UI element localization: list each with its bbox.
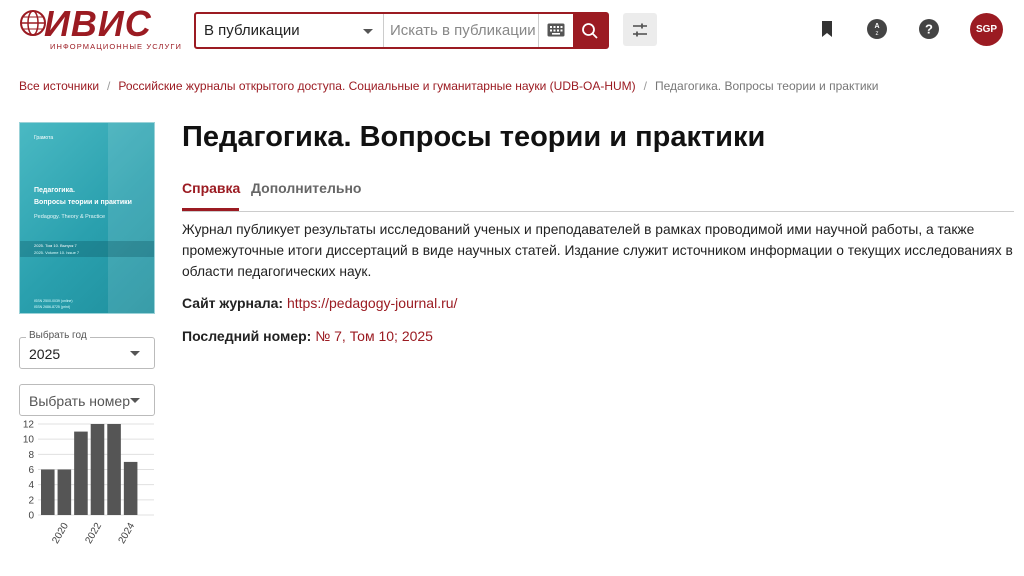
year-select[interactable]: Выбрать год 2025 [19,330,155,369]
translate-icon[interactable]: A z [866,18,888,40]
journal-description: Журнал публикует результаты исследований… [182,222,1013,279]
keyboard-icon [547,23,565,37]
tab-info[interactable]: Справка [182,180,240,211]
caret-down-icon [130,351,140,356]
y-tick-label: 6 [28,465,34,476]
site-link[interactable]: https://pedagogy-journal.ru/ [287,295,457,311]
user-avatar[interactable]: SGP [970,13,1003,46]
y-tick-label: 2 [28,495,34,506]
tabs: Справка Дополнительно [182,180,1014,212]
journal-cover[interactable]: Грамота Педагогика. Вопросы теории и пра… [19,122,155,314]
issue-select[interactable]: Выбрать номер [19,384,155,416]
histogram-bar-2023[interactable] [107,424,121,515]
bookmark-icon[interactable] [816,18,838,40]
y-tick-label: 4 [28,480,34,491]
cover-publisher: Грамота [34,135,54,141]
app-header: ИВИС ИНФОРМАЦИОННЫЕ УСЛУГИ В публикации [0,0,1024,62]
help-icon[interactable]: ? [918,18,940,40]
histogram-bar-2021[interactable] [74,431,88,515]
logo-subtitle: ИНФОРМАЦИОННЫЕ УСЛУГИ [50,42,183,51]
site-label: Сайт журнала: [182,295,284,311]
caret-down-icon [363,29,373,34]
y-tick-label: 8 [28,450,34,461]
cover-issn-online: ISSN 2500-0039 (online) [34,299,73,303]
search-icon [582,23,598,39]
site-row: Сайт журнала: https://pedagogy-journal.r… [182,295,457,311]
histogram-bar-2019[interactable] [41,469,55,516]
year-select-label: Выбрать год [26,330,90,341]
search-button[interactable] [573,14,607,47]
breadcrumb: Все источники / Российские журналы открыто… [19,79,878,93]
publications-histogram: 0 2 4 6 8 10 12 2020 2022 2024 [23,420,154,546]
search-scope-value: В публикации [204,22,300,39]
histogram-bar-2024[interactable] [123,461,138,515]
breadcrumb-separator: / [643,79,648,93]
year-select-value: 2025 [29,346,61,362]
svg-text:z: z [876,31,879,37]
cover-title-en: Pedagogy. Theory & Practice [34,214,106,220]
ivis-logo[interactable]: ИВИС ИНФОРМАЦИОННЫЕ УСЛУГИ [18,3,181,52]
issue-select-placeholder: Выбрать номер [29,393,130,409]
cover-title-line2: Вопросы теории и практики [34,199,132,206]
breadcrumb-separator: / [107,79,111,93]
cover-title-line1: Педагогика. [34,187,75,194]
x-tick-label: 2022 [83,521,104,546]
y-tick-label: 10 [23,435,35,446]
cover-issn-print: ISSN 2686-8725 (print) [34,305,70,309]
keyboard-button[interactable] [538,14,572,47]
breadcrumb-all-sources[interactable]: Все источники [19,79,99,93]
search-input[interactable] [390,14,536,47]
last-issue-label: Последний номер: [182,328,312,344]
svg-text:A: A [874,23,879,30]
cover-decoration [108,123,154,313]
x-tick-label: 2020 [50,521,71,546]
histogram-bar-2022[interactable] [90,424,105,515]
svg-text:?: ? [925,22,933,37]
search-bar: В публикации [194,12,609,49]
caret-down-icon [130,398,140,403]
last-issue-row: Последний номер: № 7, Том 10; 2025 [182,328,433,344]
logo-name: ИВИС [44,3,152,44]
tab-more[interactable]: Дополнительно [251,180,361,211]
histogram-bar-2020[interactable] [57,469,72,516]
breadcrumb-collection[interactable]: Российские журналы открытого доступа. Со… [118,79,635,93]
y-tick-label: 0 [28,511,34,522]
search-scope-select[interactable]: В публикации [196,14,384,47]
page-title: Педагогика. Вопросы теории и практики [182,121,766,153]
cover-issue-ru: 2025. Том 10. Выпуск 7 [34,243,77,248]
tune-icon [633,23,647,37]
breadcrumb-current: Педагогика. Вопросы теории и практики [655,79,879,93]
filter-button[interactable] [623,13,657,46]
y-tick-label: 12 [23,420,35,431]
cover-issue-en: 2025. Volume 10. Issue 7 [34,250,80,255]
last-issue-link[interactable]: № 7, Том 10; 2025 [315,328,433,344]
x-tick-label: 2024 [117,521,138,546]
